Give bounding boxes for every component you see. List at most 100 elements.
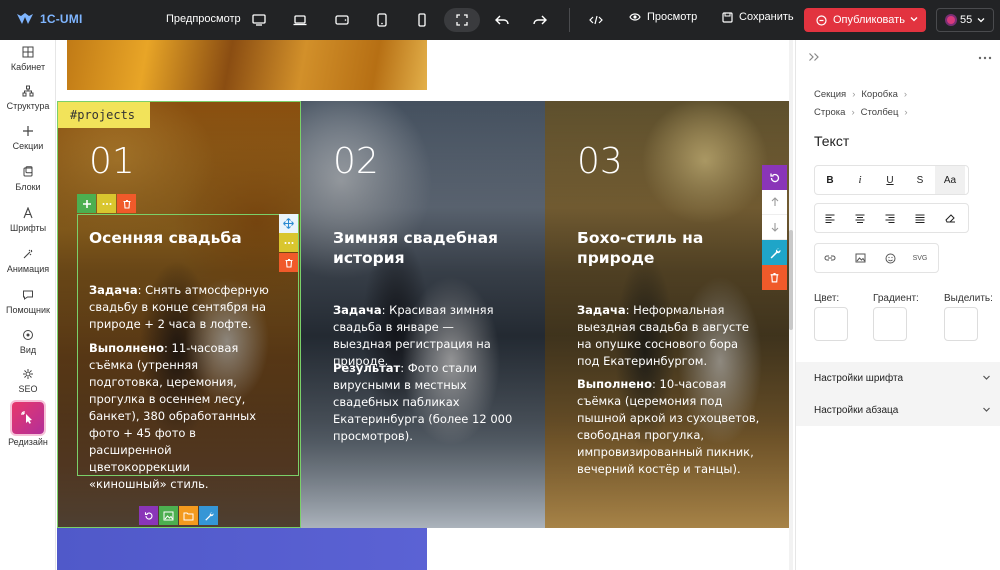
sidebar-item-redesign[interactable]: Редизайн [0,402,56,447]
desktop-icon[interactable] [250,11,268,29]
sidebar-item-seo[interactable]: SEO [0,367,56,394]
delete-text-button[interactable] [279,253,298,272]
previous-section-image[interactable] [67,40,427,90]
project-card-1[interactable]: 01 Осенняя свадьба Задача: Снять атмосфе… [57,101,301,528]
logo[interactable]: 1C-UMI [16,11,83,27]
project-title[interactable]: Осенняя свадьба [89,228,269,248]
editor-canvas[interactable]: 01 Осенняя свадьба Задача: Снять атмосфе… [57,40,792,570]
move-section-up-button[interactable] [762,190,787,215]
folder-button[interactable] [179,506,198,525]
insert-emoji-button[interactable] [875,244,905,272]
undo-icon[interactable] [493,11,511,29]
insert-image-button[interactable] [845,244,875,272]
redo-icon[interactable] [531,11,549,29]
delete-section-button[interactable] [762,265,787,290]
eye-icon [21,328,35,342]
align-left-button[interactable] [815,204,845,232]
credits-badge[interactable]: 55 [936,8,994,32]
tablet-landscape-icon[interactable] [333,11,351,29]
sidebar-item-label: Секции [12,141,44,151]
move-handle[interactable] [279,214,298,233]
align-center-button[interactable] [845,204,875,232]
animation-icon [21,247,35,261]
text-case-button[interactable]: Aa [935,166,965,194]
arrow-down-icon [771,223,778,232]
panel-more-button[interactable] [978,48,992,63]
text-more-options-button[interactable] [279,233,298,252]
project-title[interactable]: Зимняя свадебная история [333,228,513,268]
project-number: 03 [577,141,623,182]
chat-icon [21,288,35,302]
publish-button[interactable]: Опубликовать [804,8,926,32]
publish-label: Опубликовать [833,14,905,26]
breadcrumb-item-box[interactable]: Коробка [861,89,897,100]
italic-button[interactable]: i [845,166,875,194]
clear-format-button[interactable] [935,204,965,232]
gradient-label: Градиент: [873,293,919,304]
sidebar-item-fonts[interactable]: Шрифты [0,206,56,233]
breadcrumb: Секция › Коробка › [814,89,908,100]
font-settings-accordion[interactable]: Настройки шрифта [796,362,1000,394]
chevron-down-icon [910,17,918,22]
project-task-text[interactable]: Задача: Неформальная выездная свадьба в … [577,302,761,370]
project-result-text[interactable]: Выполнено: 11-часовая съёмка (утренняя п… [89,340,269,493]
gradient-swatch[interactable] [873,307,907,341]
sidebar-item-view[interactable]: Вид [0,328,56,355]
sidebar-item-label: Блоки [15,182,41,192]
text-color-swatch[interactable] [814,307,848,341]
sidebar-item-assistant[interactable]: Помощник [0,288,56,315]
settings-button[interactable] [199,506,218,525]
project-result-text[interactable]: Выполнено: 10-часовая съёмка (церемония … [577,376,761,478]
seo-icon [21,367,35,381]
paragraph-settings-accordion[interactable]: Настройки абзаца [796,394,1000,426]
move-section-down-button[interactable] [762,215,787,240]
breadcrumb-item-column[interactable]: Столбец [861,107,899,118]
tablet-icon[interactable] [373,11,391,29]
breadcrumb-item-section[interactable]: Секция [814,89,846,100]
collapse-panel-button[interactable] [808,50,820,65]
project-result-text[interactable]: Результат: Фото стали вирусными в местны… [333,360,513,445]
reset-button[interactable] [139,506,158,525]
background-image-button[interactable] [159,506,178,525]
sidebar-item-structure[interactable]: Структура [0,84,56,111]
add-element-button[interactable] [77,194,96,213]
view-button[interactable]: Просмотр [629,11,697,23]
laptop-icon[interactable] [291,11,309,29]
project-title[interactable]: Бохо-стиль на природе [577,228,757,268]
toolbar-divider [569,8,570,32]
sidebar-item-sections[interactable]: Секции [0,124,56,151]
highlight-label: Выделить: [944,293,993,304]
sidebar-item-cabinet[interactable]: Кабинет [0,45,56,72]
fullscreen-button[interactable] [444,8,480,32]
section-reset-button[interactable] [762,165,787,190]
plus-icon [82,199,91,208]
highlight-swatch[interactable] [944,307,978,341]
project-card-3[interactable]: 03 Бохо-стиль на природе Задача: Неформа… [545,101,789,528]
align-justify-button[interactable] [905,204,935,232]
project-card-2[interactable]: 02 Зимняя свадебная история Задача: Крас… [301,101,545,528]
underline-button[interactable]: U [875,166,905,194]
canvas-scroll-thumb[interactable] [789,230,793,330]
section-settings-button[interactable] [762,240,787,265]
phone-icon[interactable] [413,11,431,29]
project-task-text[interactable]: Задача: Снять атмосферную свадьбу в конц… [89,282,269,333]
publish-icon [816,14,827,26]
insert-svg-button[interactable]: SVG [905,244,935,272]
font-settings-label: Настройки шрифта [814,372,904,384]
chevron-down-icon [977,18,985,23]
code-icon[interactable] [587,11,605,29]
save-button[interactable]: Сохранить [722,11,794,23]
align-right-button[interactable] [875,204,905,232]
sidebar-item-animation[interactable]: Анимация [0,247,56,274]
insert-group: SVG [814,243,939,273]
insert-link-button[interactable] [815,244,845,272]
section-anchor-tag[interactable]: #projects [58,102,150,128]
sidebar-item-blocks[interactable]: Блоки [0,165,56,192]
strikethrough-button[interactable]: S [905,166,935,194]
breadcrumb-item-row[interactable]: Строка [814,107,845,118]
next-section-background[interactable] [57,528,427,570]
more-options-button[interactable] [97,194,116,213]
delete-column-button[interactable] [117,194,136,213]
panel-title: Текст [814,133,850,149]
bold-button[interactable]: B [815,166,845,194]
